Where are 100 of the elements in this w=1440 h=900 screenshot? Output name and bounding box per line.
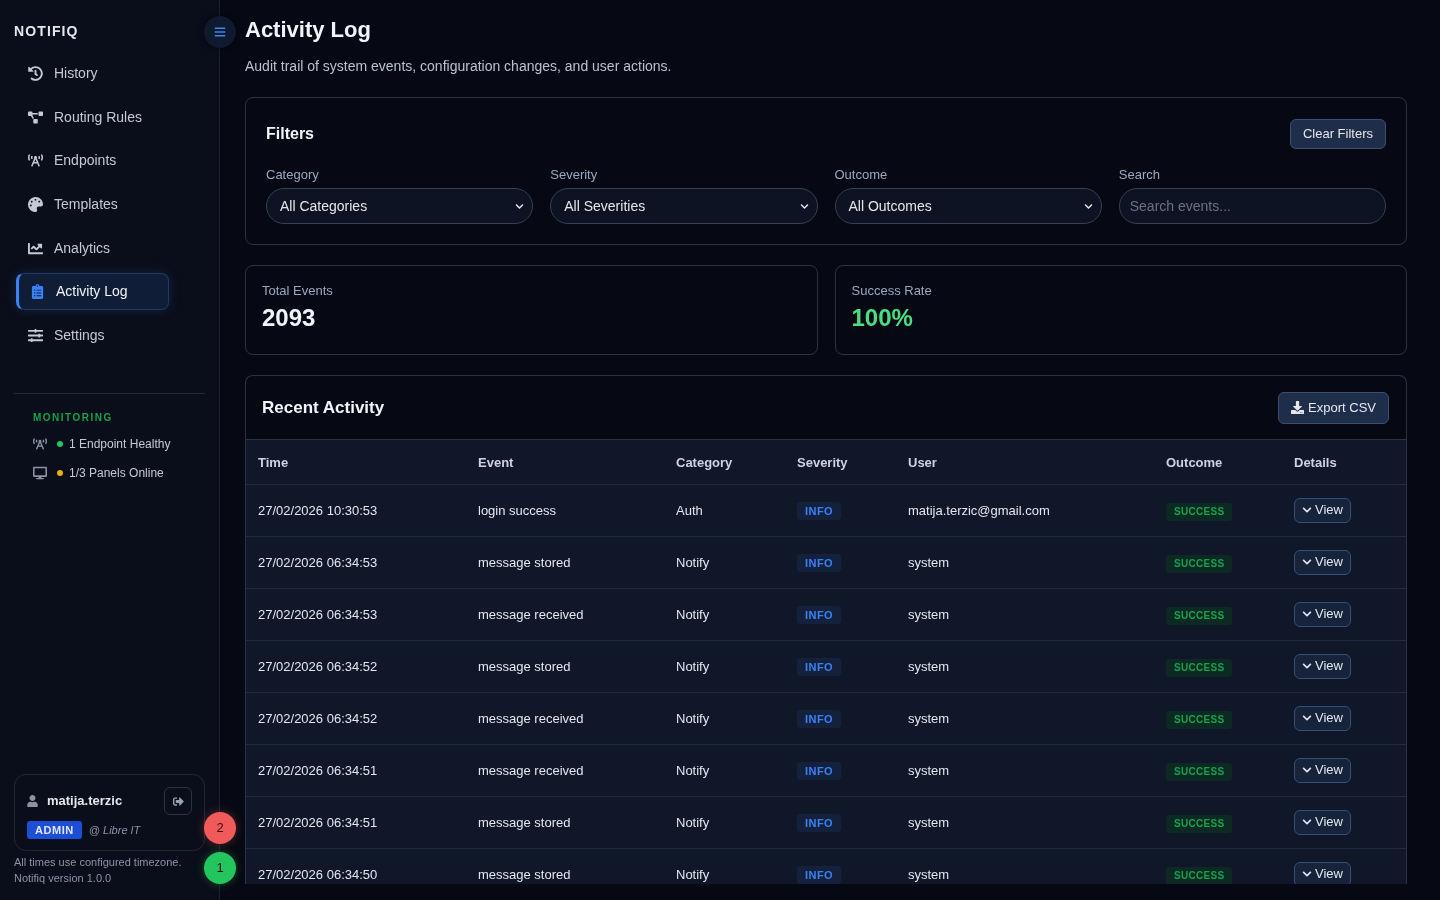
antenna-icon bbox=[33, 437, 47, 452]
menu-icon bbox=[214, 26, 226, 38]
page-subtitle: Audit trail of system events, configuration changes, and user actions. bbox=[245, 57, 673, 75]
page-title: Activity Log bbox=[245, 16, 372, 44]
user-cell: system bbox=[908, 867, 950, 882]
nav-item[interactable]: History bbox=[16, 55, 169, 92]
brand-name: NOTIFIQ bbox=[14, 23, 79, 39]
palette-icon bbox=[28, 197, 43, 213]
menu-toggle-button[interactable] bbox=[204, 16, 236, 48]
nav-item[interactable]: Templates bbox=[16, 186, 169, 224]
outcome-tag: SUCCESS bbox=[1166, 815, 1233, 833]
filter-select[interactable]: All Outcomes bbox=[834, 188, 1102, 224]
chevron-down-icon bbox=[1302, 713, 1312, 723]
user-cell: matija.terzic@gmail.com bbox=[908, 503, 1050, 518]
nav-item[interactable]: Analytics bbox=[16, 229, 169, 267]
download-icon bbox=[1291, 401, 1305, 414]
view-button[interactable]: View bbox=[1294, 497, 1351, 523]
chevron-down-icon bbox=[1302, 817, 1312, 827]
user-cell: system bbox=[908, 711, 950, 726]
export-button[interactable]: Export CSV bbox=[1278, 391, 1389, 424]
footer-text: All times use configured timezone. bbox=[14, 855, 183, 870]
chevron-down-icon bbox=[799, 201, 809, 211]
logout-icon bbox=[172, 795, 184, 807]
sliders-icon bbox=[28, 328, 43, 344]
view-button[interactable]: View bbox=[1294, 705, 1351, 731]
time-cell: 27/02/2026 06:34:52 bbox=[258, 711, 378, 726]
event-cell: message stored bbox=[478, 815, 571, 830]
view-button[interactable]: View bbox=[1294, 757, 1351, 783]
user-cell: system bbox=[908, 763, 950, 778]
card-title: Recent Activity bbox=[262, 396, 385, 419]
nav-item[interactable]: Routing Rules bbox=[16, 98, 169, 136]
outcome-tag: SUCCESS bbox=[1166, 659, 1233, 677]
event-cell: message received bbox=[478, 607, 584, 622]
filter-select[interactable]: All Severities bbox=[550, 188, 818, 224]
category-cell: Notify bbox=[676, 711, 710, 726]
time-cell: 27/02/2026 06:34:50 bbox=[258, 867, 378, 882]
count-badge[interactable]: 1 bbox=[204, 852, 236, 884]
time-cell: 27/02/2026 06:34:53 bbox=[258, 607, 378, 622]
time-cell: 27/02/2026 06:34:51 bbox=[258, 815, 378, 830]
user-cell: system bbox=[908, 555, 950, 570]
logout-button[interactable] bbox=[164, 787, 192, 815]
view-button[interactable]: View bbox=[1294, 653, 1351, 679]
outcome-tag: SUCCESS bbox=[1166, 763, 1233, 781]
outcome-tag: SUCCESS bbox=[1166, 503, 1233, 521]
card-title: Filters bbox=[266, 124, 314, 144]
view-button[interactable]: View bbox=[1294, 601, 1351, 627]
severity-tag: INFO bbox=[797, 866, 842, 884]
history-icon bbox=[28, 66, 43, 81]
column-header: Details bbox=[1294, 454, 1337, 470]
filter-select[interactable]: All Categories bbox=[266, 188, 534, 224]
severity-tag: INFO bbox=[797, 502, 842, 520]
monitor-icon bbox=[33, 466, 47, 481]
chevron-down-icon bbox=[515, 201, 525, 211]
chevron-down-icon bbox=[1302, 765, 1312, 775]
status-text: 1 Endpoint Healthy bbox=[69, 436, 171, 454]
line-chart-icon bbox=[28, 240, 43, 256]
severity-tag: INFO bbox=[797, 658, 842, 676]
clear-filters-button[interactable]: Clear Filters bbox=[1289, 119, 1386, 149]
nav-item[interactable]: Activity Log bbox=[16, 273, 169, 311]
severity-tag: INFO bbox=[797, 606, 842, 624]
search-field[interactable]: Search events... bbox=[1118, 188, 1386, 224]
stat-label: Success Rate bbox=[851, 283, 933, 299]
category-cell: Notify bbox=[676, 607, 710, 622]
column-header: Severity bbox=[797, 454, 848, 470]
diagram-icon bbox=[28, 109, 43, 125]
column-header: Event bbox=[478, 454, 514, 470]
status-text: 1/3 Panels Online bbox=[69, 465, 164, 483]
severity-tag: INFO bbox=[797, 554, 842, 572]
stat-value: 100% bbox=[851, 303, 914, 333]
stat-label: Total Events bbox=[262, 283, 334, 299]
role-badge: ADMIN bbox=[27, 821, 82, 839]
user-name: matija.terzic bbox=[47, 792, 123, 811]
user-cell: system bbox=[908, 607, 950, 622]
outcome-tag: SUCCESS bbox=[1166, 607, 1233, 625]
category-cell: Auth bbox=[676, 503, 703, 518]
view-button[interactable]: View bbox=[1294, 861, 1351, 884]
chevron-down-icon bbox=[1083, 201, 1093, 211]
severity-tag: INFO bbox=[797, 710, 842, 728]
column-header: User bbox=[908, 454, 937, 470]
count-badge[interactable]: 2 bbox=[204, 812, 236, 844]
clipboard-icon bbox=[30, 284, 45, 300]
field-label: Severity bbox=[550, 167, 599, 183]
chevron-down-icon bbox=[1302, 609, 1312, 619]
organization-text: @ Libre IT bbox=[88, 822, 141, 838]
column-header: Category bbox=[676, 454, 733, 470]
view-button[interactable]: View bbox=[1294, 809, 1351, 835]
antenna-icon bbox=[28, 153, 43, 169]
user-cell: system bbox=[908, 659, 950, 674]
view-button[interactable]: View bbox=[1294, 549, 1351, 575]
category-cell: Notify bbox=[676, 763, 710, 778]
outcome-tag: SUCCESS bbox=[1166, 711, 1233, 729]
event-cell: message stored bbox=[478, 867, 571, 882]
nav-item[interactable]: Settings bbox=[16, 317, 169, 355]
category-cell: Notify bbox=[676, 867, 710, 882]
nav-item[interactable]: Endpoints bbox=[16, 142, 169, 180]
severity-tag: INFO bbox=[797, 762, 842, 780]
category-cell: Notify bbox=[676, 659, 710, 674]
event-cell: message stored bbox=[478, 659, 571, 674]
time-cell: 27/02/2026 06:34:53 bbox=[258, 555, 378, 570]
category-cell: Notify bbox=[676, 815, 710, 830]
